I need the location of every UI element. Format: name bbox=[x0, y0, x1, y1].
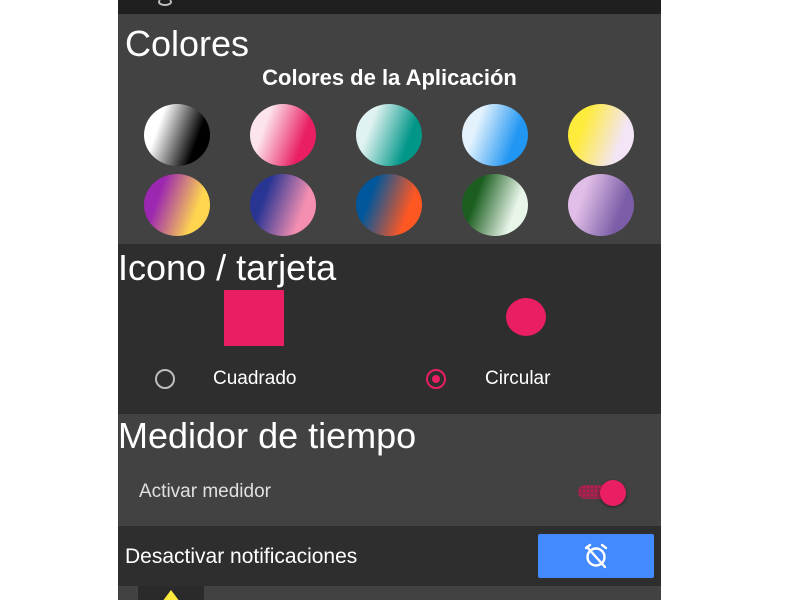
toggle-thumb bbox=[600, 480, 626, 506]
timer-title: Medidor de tiempo bbox=[118, 415, 417, 456]
notifications-row: Desactivar notificaciones bbox=[118, 526, 661, 586]
square-preview-icon bbox=[224, 290, 284, 346]
timer-section: Medidor de tiempo Activar medidor bbox=[118, 414, 661, 526]
radio-label-circular[interactable]: Circular bbox=[485, 368, 550, 390]
disable-notifications-label: Desactivar notificaciones bbox=[125, 545, 358, 568]
color-swatch-verde-blanco[interactable] bbox=[462, 174, 528, 236]
radio-cuadrado[interactable] bbox=[155, 369, 175, 389]
color-swatch-purpura-naranja[interactable] bbox=[144, 174, 210, 236]
color-swatch-rosa[interactable] bbox=[250, 104, 316, 166]
color-swatch-grid bbox=[144, 104, 636, 236]
bottom-tab[interactable] bbox=[138, 586, 204, 600]
warning-icon bbox=[163, 590, 179, 600]
color-swatch-verde-azulado[interactable] bbox=[356, 104, 422, 166]
alarm-off-icon bbox=[584, 543, 608, 569]
radio-selected-dot bbox=[432, 375, 440, 383]
color-swatch-azul-rosa[interactable] bbox=[250, 174, 316, 236]
color-swatch-lila[interactable] bbox=[568, 174, 634, 236]
colors-section: Colores Colores de la Aplicación bbox=[118, 14, 661, 244]
bottom-section bbox=[118, 586, 661, 600]
color-swatch-negro-blanco[interactable] bbox=[144, 104, 210, 166]
icon-card-section: Icono / tarjeta Cuadrado Circular bbox=[118, 244, 661, 414]
disable-notifications-button[interactable] bbox=[538, 534, 654, 578]
colors-title: Colores bbox=[125, 23, 250, 64]
activate-timer-toggle[interactable] bbox=[578, 480, 628, 506]
app-colors-subtitle: Colores de la Aplicación bbox=[262, 65, 517, 90]
circle-preview-icon bbox=[506, 298, 546, 336]
color-swatch-amarillo[interactable] bbox=[568, 104, 634, 166]
radio-label-cuadrado[interactable]: Cuadrado bbox=[213, 368, 296, 390]
app-screen: Colores Colores de la Aplicación Icono /… bbox=[118, 0, 661, 600]
icon-card-title: Icono / tarjeta bbox=[118, 247, 337, 288]
color-swatch-azul-naranja[interactable] bbox=[356, 174, 422, 236]
color-swatch-azul[interactable] bbox=[462, 104, 528, 166]
activate-timer-label: Activar medidor bbox=[139, 481, 271, 502]
radio-circular[interactable] bbox=[426, 369, 446, 389]
top-bar bbox=[118, 0, 661, 14]
partial-icon bbox=[158, 0, 172, 6]
